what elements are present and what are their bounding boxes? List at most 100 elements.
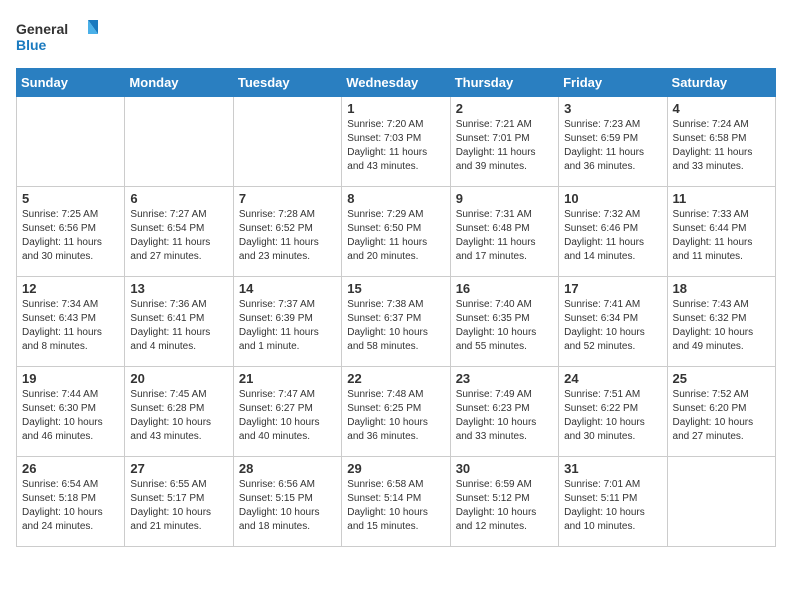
day-info: Sunrise: 7:23 AM Sunset: 6:59 PM Dayligh…	[564, 118, 661, 174]
calendar-cell: 4 Sunrise: 7:24 AM Sunset: 6:58 PM Daylig…	[667, 97, 775, 187]
week-row-2: 5 Sunrise: 7:25 AM Sunset: 6:56 PM Daylig…	[17, 187, 776, 277]
calendar-cell: 27 Sunrise: 6:55 AM Sunset: 5:17 PM Dayli…	[125, 457, 233, 547]
day-number: 26	[22, 461, 119, 476]
day-number: 1	[347, 101, 444, 116]
calendar-cell: 21 Sunrise: 7:47 AM Sunset: 6:27 PM Dayli…	[233, 367, 341, 457]
day-number: 25	[673, 371, 770, 386]
col-header-sunday: Sunday	[17, 69, 125, 97]
day-number: 21	[239, 371, 336, 386]
day-info: Sunrise: 7:49 AM Sunset: 6:23 PM Dayligh…	[456, 388, 553, 444]
col-header-friday: Friday	[559, 69, 667, 97]
col-header-monday: Monday	[125, 69, 233, 97]
day-number: 2	[456, 101, 553, 116]
calendar-cell: 19 Sunrise: 7:44 AM Sunset: 6:30 PM Dayli…	[17, 367, 125, 457]
day-number: 5	[22, 191, 119, 206]
day-number: 16	[456, 281, 553, 296]
day-number: 4	[673, 101, 770, 116]
week-row-3: 12 Sunrise: 7:34 AM Sunset: 6:43 PM Dayli…	[17, 277, 776, 367]
day-info: Sunrise: 7:51 AM Sunset: 6:22 PM Dayligh…	[564, 388, 661, 444]
day-info: Sunrise: 7:28 AM Sunset: 6:52 PM Dayligh…	[239, 208, 336, 264]
calendar-table: SundayMondayTuesdayWednesdayThursdayFrid…	[16, 68, 776, 547]
calendar-cell: 8 Sunrise: 7:29 AM Sunset: 6:50 PM Daylig…	[342, 187, 450, 277]
col-header-saturday: Saturday	[667, 69, 775, 97]
day-number: 27	[130, 461, 227, 476]
day-number: 12	[22, 281, 119, 296]
day-number: 6	[130, 191, 227, 206]
calendar-cell: 22 Sunrise: 7:48 AM Sunset: 6:25 PM Dayli…	[342, 367, 450, 457]
logo: General Blue	[16, 16, 106, 56]
day-number: 8	[347, 191, 444, 206]
day-number: 23	[456, 371, 553, 386]
col-header-thursday: Thursday	[450, 69, 558, 97]
day-info: Sunrise: 7:44 AM Sunset: 6:30 PM Dayligh…	[22, 388, 119, 444]
day-info: Sunrise: 7:25 AM Sunset: 6:56 PM Dayligh…	[22, 208, 119, 264]
calendar-cell	[233, 97, 341, 187]
calendar-cell: 12 Sunrise: 7:34 AM Sunset: 6:43 PM Dayli…	[17, 277, 125, 367]
calendar-cell: 18 Sunrise: 7:43 AM Sunset: 6:32 PM Dayli…	[667, 277, 775, 367]
day-info: Sunrise: 7:37 AM Sunset: 6:39 PM Dayligh…	[239, 298, 336, 354]
day-info: Sunrise: 7:01 AM Sunset: 5:11 PM Dayligh…	[564, 478, 661, 534]
calendar-cell: 1 Sunrise: 7:20 AM Sunset: 7:03 PM Daylig…	[342, 97, 450, 187]
calendar-cell: 5 Sunrise: 7:25 AM Sunset: 6:56 PM Daylig…	[17, 187, 125, 277]
calendar-cell: 13Sunrise: 7:36 AM Sunset: 6:41 PM Dayli…	[125, 277, 233, 367]
day-number: 3	[564, 101, 661, 116]
day-number: 28	[239, 461, 336, 476]
day-info: Sunrise: 7:27 AM Sunset: 6:54 PM Dayligh…	[130, 208, 227, 264]
col-header-wednesday: Wednesday	[342, 69, 450, 97]
day-info: Sunrise: 7:43 AM Sunset: 6:32 PM Dayligh…	[673, 298, 770, 354]
day-info: Sunrise: 7:31 AM Sunset: 6:48 PM Dayligh…	[456, 208, 553, 264]
week-row-1: 1 Sunrise: 7:20 AM Sunset: 7:03 PM Daylig…	[17, 97, 776, 187]
day-info: Sunrise: 7:21 AM Sunset: 7:01 PM Dayligh…	[456, 118, 553, 174]
calendar-cell: 16 Sunrise: 7:40 AM Sunset: 6:35 PM Dayli…	[450, 277, 558, 367]
calendar-cell: 24 Sunrise: 7:51 AM Sunset: 6:22 PM Dayli…	[559, 367, 667, 457]
day-number: 24	[564, 371, 661, 386]
calendar-cell: 29 Sunrise: 6:58 AM Sunset: 5:14 PM Dayli…	[342, 457, 450, 547]
day-info: Sunrise: 6:59 AM Sunset: 5:12 PM Dayligh…	[456, 478, 553, 534]
calendar-cell: 25 Sunrise: 7:52 AM Sunset: 6:20 PM Dayli…	[667, 367, 775, 457]
calendar-cell: 17 Sunrise: 7:41 AM Sunset: 6:34 PM Dayli…	[559, 277, 667, 367]
calendar-cell: 14Sunrise: 7:37 AM Sunset: 6:39 PM Dayli…	[233, 277, 341, 367]
day-info: Sunrise: 7:29 AM Sunset: 6:50 PM Dayligh…	[347, 208, 444, 264]
calendar-cell: 28Sunrise: 6:56 AM Sunset: 5:15 PM Dayli…	[233, 457, 341, 547]
day-info: Sunrise: 7:52 AM Sunset: 6:20 PM Dayligh…	[673, 388, 770, 444]
day-info: Sunrise: 7:48 AM Sunset: 6:25 PM Dayligh…	[347, 388, 444, 444]
calendar-cell: 11 Sunrise: 7:33 AM Sunset: 6:44 PM Dayli…	[667, 187, 775, 277]
week-row-4: 19 Sunrise: 7:44 AM Sunset: 6:30 PM Dayli…	[17, 367, 776, 457]
day-info: Sunrise: 7:33 AM Sunset: 6:44 PM Dayligh…	[673, 208, 770, 264]
day-info: Sunrise: 7:24 AM Sunset: 6:58 PM Dayligh…	[673, 118, 770, 174]
calendar-cell: 15Sunrise: 7:38 AM Sunset: 6:37 PM Dayli…	[342, 277, 450, 367]
day-info: Sunrise: 7:20 AM Sunset: 7:03 PM Dayligh…	[347, 118, 444, 174]
day-info: Sunrise: 7:40 AM Sunset: 6:35 PM Dayligh…	[456, 298, 553, 354]
calendar-cell: 7Sunrise: 7:28 AM Sunset: 6:52 PM Daylig…	[233, 187, 341, 277]
calendar-cell: 2 Sunrise: 7:21 AM Sunset: 7:01 PM Daylig…	[450, 97, 558, 187]
day-info: Sunrise: 7:32 AM Sunset: 6:46 PM Dayligh…	[564, 208, 661, 264]
day-number: 31	[564, 461, 661, 476]
header-row: SundayMondayTuesdayWednesdayThursdayFrid…	[17, 69, 776, 97]
day-number: 10	[564, 191, 661, 206]
day-info: Sunrise: 7:47 AM Sunset: 6:27 PM Dayligh…	[239, 388, 336, 444]
day-number: 30	[456, 461, 553, 476]
day-info: Sunrise: 7:45 AM Sunset: 6:28 PM Dayligh…	[130, 388, 227, 444]
calendar-cell: 23 Sunrise: 7:49 AM Sunset: 6:23 PM Dayli…	[450, 367, 558, 457]
day-info: Sunrise: 7:41 AM Sunset: 6:34 PM Dayligh…	[564, 298, 661, 354]
day-number: 17	[564, 281, 661, 296]
day-number: 22	[347, 371, 444, 386]
svg-text:General: General	[16, 21, 68, 37]
day-info: Sunrise: 7:36 AM Sunset: 6:41 PM Dayligh…	[130, 298, 227, 354]
day-number: 11	[673, 191, 770, 206]
day-number: 19	[22, 371, 119, 386]
day-info: Sunrise: 6:58 AM Sunset: 5:14 PM Dayligh…	[347, 478, 444, 534]
day-number: 18	[673, 281, 770, 296]
calendar-cell	[125, 97, 233, 187]
day-info: Sunrise: 7:34 AM Sunset: 6:43 PM Dayligh…	[22, 298, 119, 354]
day-number: 9	[456, 191, 553, 206]
week-row-5: 26Sunrise: 6:54 AM Sunset: 5:18 PM Dayli…	[17, 457, 776, 547]
svg-text:Blue: Blue	[16, 37, 47, 53]
page-header: General Blue	[16, 16, 776, 56]
calendar-cell: 9 Sunrise: 7:31 AM Sunset: 6:48 PM Daylig…	[450, 187, 558, 277]
calendar-cell: 3 Sunrise: 7:23 AM Sunset: 6:59 PM Daylig…	[559, 97, 667, 187]
day-info: Sunrise: 6:55 AM Sunset: 5:17 PM Dayligh…	[130, 478, 227, 534]
calendar-cell: 10 Sunrise: 7:32 AM Sunset: 6:46 PM Dayli…	[559, 187, 667, 277]
day-number: 29	[347, 461, 444, 476]
day-number: 20	[130, 371, 227, 386]
